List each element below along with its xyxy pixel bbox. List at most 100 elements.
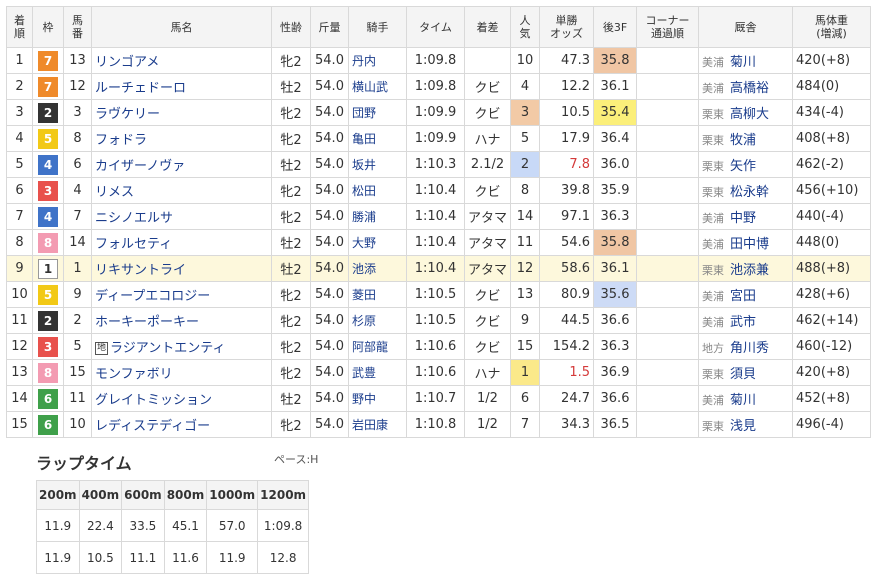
results-table: 着順枠馬番馬名 性齢 斤量 騎手 タイム 着差人気単勝 オッズ 後3F コーナー 通過順 厩舎 馬体重… xyxy=(6,6,871,438)
horse-name-link[interactable]: カイザーノヴァ xyxy=(95,159,185,174)
horse-name-cell[interactable]: ルーチェドーロ xyxy=(91,73,272,100)
jockey-cell[interactable]: 坂井 xyxy=(348,151,407,178)
margin: アタマ xyxy=(464,255,511,282)
horse-name-cell[interactable]: リンゴアメ xyxy=(91,47,272,74)
horse-name-link[interactable]: フォルセティ xyxy=(95,237,172,252)
corner-positions xyxy=(636,151,699,178)
horse-name-cell[interactable]: カイザーノヴァ xyxy=(91,151,272,178)
jockey-link[interactable]: 団野 xyxy=(352,106,376,120)
jockey-link[interactable]: 杉原 xyxy=(352,314,376,328)
finish-position: 14 xyxy=(6,385,33,412)
horse-name-link[interactable]: レディステディゴー xyxy=(95,419,210,434)
jockey-cell[interactable]: 亀田 xyxy=(348,125,407,152)
horse-name-cell[interactable]: フォドラ xyxy=(91,125,272,152)
trainer-link[interactable]: 武市 xyxy=(730,315,756,330)
column-header-line: (増減) xyxy=(816,27,847,40)
jockey-link[interactable]: 岩田康 xyxy=(352,418,388,432)
jockey-link[interactable]: 菱田 xyxy=(352,288,376,302)
carried-weight: 54.0 xyxy=(310,229,349,256)
jockey-link[interactable]: 丹内 xyxy=(352,54,376,68)
jockey-cell[interactable]: 丹内 xyxy=(348,47,407,74)
trainer-link[interactable]: 菊川 xyxy=(730,393,756,408)
jockey-cell[interactable]: 横山武 xyxy=(348,73,407,100)
jockey-cell[interactable]: 松田 xyxy=(348,177,407,204)
trainer-link[interactable]: 池添兼 xyxy=(730,263,769,278)
jockey-link[interactable]: 松田 xyxy=(352,184,376,198)
jockey-link[interactable]: 勝浦 xyxy=(352,210,376,224)
trainer-link[interactable]: 中野 xyxy=(730,211,756,226)
jockey-link[interactable]: 横山武 xyxy=(352,80,388,94)
horse-name-link[interactable]: ラヴケリー xyxy=(95,107,160,122)
horse-name-link[interactable]: モンファボリ xyxy=(95,367,173,382)
carried-weight: 54.0 xyxy=(310,281,349,308)
horse-name-link[interactable]: リメス xyxy=(95,185,134,200)
jockey-cell[interactable]: 岩田康 xyxy=(348,411,407,438)
jockey-cell[interactable]: 菱田 xyxy=(348,281,407,308)
jockey-cell[interactable]: 勝浦 xyxy=(348,203,407,230)
horse-name-cell[interactable]: グレイトミッション xyxy=(91,385,272,412)
jockey-cell[interactable]: 杉原 xyxy=(348,307,407,334)
frame-cell: 1 xyxy=(32,255,64,282)
horse-name-cell[interactable]: ディープエコロジー xyxy=(91,281,272,308)
trainer-link[interactable]: 高柳大 xyxy=(730,107,769,122)
jockey-link[interactable]: 池添 xyxy=(352,262,376,276)
frame-cell: 6 xyxy=(32,385,64,412)
horse-name-link[interactable]: リンゴアメ xyxy=(95,55,159,70)
trainer-link[interactable]: 浅見 xyxy=(730,419,756,434)
frame-number-badge: 6 xyxy=(38,414,58,435)
carried-weight: 54.0 xyxy=(310,203,349,230)
jockey-link[interactable]: 亀田 xyxy=(352,132,376,146)
trainer-link[interactable]: 矢作 xyxy=(730,159,756,174)
horse-number: 8 xyxy=(63,125,92,152)
sex-age: 牡2 xyxy=(271,385,311,412)
horse-number: 1 xyxy=(63,255,92,282)
trainer-area: 栗東 xyxy=(702,134,724,147)
lap-distance: 1200m xyxy=(257,480,310,510)
horse-name-cell[interactable]: フォルセティ xyxy=(91,229,272,256)
horse-number: 3 xyxy=(63,99,92,126)
win-odds: 97.1 xyxy=(539,203,594,230)
trainer-link[interactable]: 角川秀 xyxy=(730,341,769,356)
trainer-link[interactable]: 須貝 xyxy=(730,367,756,382)
horse-name-link[interactable]: ニシノエルサ xyxy=(95,211,173,226)
horse-name-cell[interactable]: モンファボリ xyxy=(91,359,272,386)
result-row: 4 5 8 フォドラ 牝2 54.0 亀田 1:09.9 ハナ 5 17.9 36.4 栗東 牧浦 408(… xyxy=(6,125,871,152)
trainer-link[interactable]: 菊川 xyxy=(730,55,756,70)
horse-name-link[interactable]: フォドラ xyxy=(95,133,147,148)
body-weight: 496(-4) xyxy=(792,411,871,438)
jockey-cell[interactable]: 野中 xyxy=(348,385,407,412)
trainer-link[interactable]: 牧浦 xyxy=(730,133,756,148)
jockey-cell[interactable]: 団野 xyxy=(348,99,407,126)
trainer-link[interactable]: 田中博 xyxy=(730,237,769,252)
horse-name-cell[interactable]: リキサントライ xyxy=(91,255,272,282)
jockey-cell[interactable]: 武豊 xyxy=(348,359,407,386)
finish-time: 1:10.4 xyxy=(406,255,465,282)
body-weight: 452(+8) xyxy=(792,385,871,412)
trainer-cell: 栗東 池添兼 xyxy=(698,255,793,282)
horse-name-cell[interactable]: リメス xyxy=(91,177,272,204)
frame-cell: 2 xyxy=(32,99,64,126)
trainer-link[interactable]: 松永幹 xyxy=(730,185,769,200)
jockey-cell[interactable]: 大野 xyxy=(348,229,407,256)
horse-name-link[interactable]: ルーチェドーロ xyxy=(95,81,186,96)
jockey-link[interactable]: 野中 xyxy=(352,392,376,406)
horse-name-cell[interactable]: ホーキーポーキー xyxy=(91,307,272,334)
jockey-link[interactable]: 武豊 xyxy=(352,366,376,380)
jockey-cell[interactable]: 池添 xyxy=(348,255,407,282)
jockey-link[interactable]: 阿部龍 xyxy=(352,340,388,354)
column-header: 斤量 xyxy=(310,6,349,48)
horse-name-link[interactable]: ラジアントエンティ xyxy=(110,341,225,356)
trainer-link[interactable]: 高橋裕 xyxy=(730,81,769,96)
horse-name-link[interactable]: グレイトミッション xyxy=(95,393,212,408)
horse-name-link[interactable]: ディープエコロジー xyxy=(95,289,210,304)
horse-name-cell[interactable]: ラヴケリー xyxy=(91,99,272,126)
horse-name-link[interactable]: リキサントライ xyxy=(95,263,186,278)
horse-name-cell[interactable]: レディステディゴー xyxy=(91,411,272,438)
horse-name-cell[interactable]: ニシノエルサ xyxy=(91,203,272,230)
jockey-link[interactable]: 坂井 xyxy=(352,158,376,172)
horse-name-cell[interactable]: 地ラジアントエンティ xyxy=(91,333,272,360)
jockey-link[interactable]: 大野 xyxy=(352,236,376,250)
trainer-link[interactable]: 宮田 xyxy=(730,289,756,304)
horse-name-link[interactable]: ホーキーポーキー xyxy=(95,315,199,330)
jockey-cell[interactable]: 阿部龍 xyxy=(348,333,407,360)
